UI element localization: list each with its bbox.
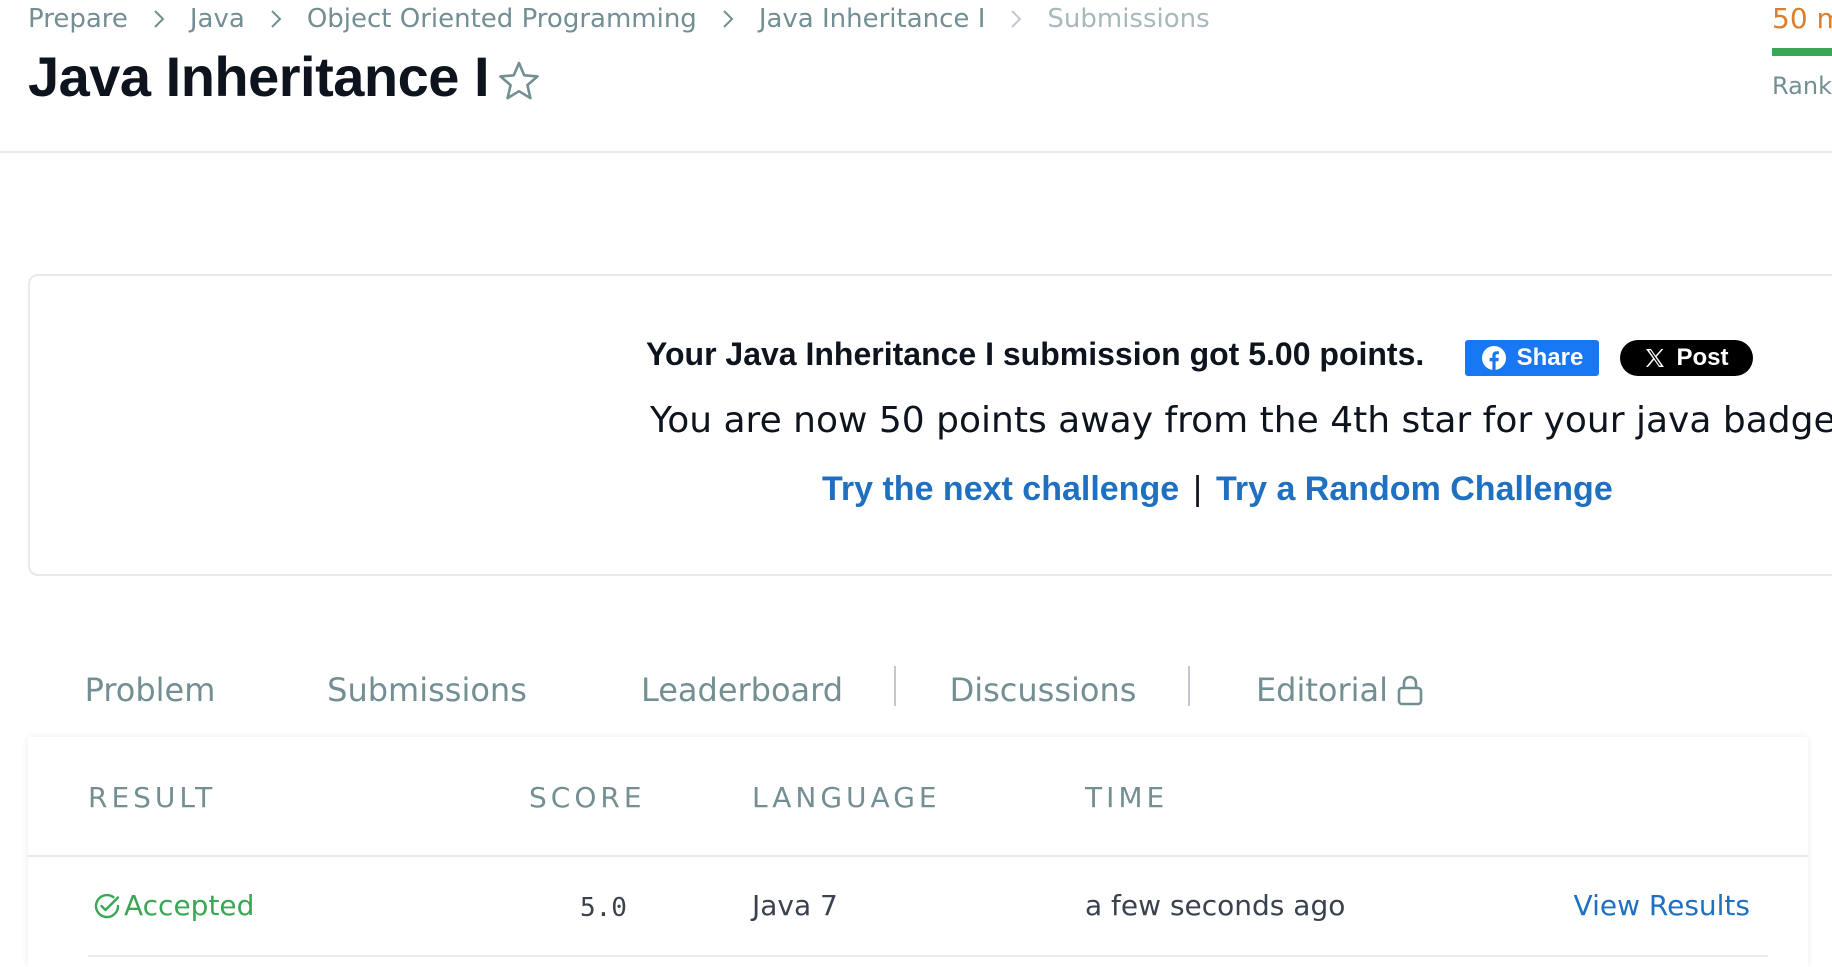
submissions-table: RESULT SCORE LANGUAGE TIME Accepted 5.0 …: [28, 737, 1808, 967]
share-button-label: Share: [1516, 344, 1584, 371]
next-challenge-link[interactable]: Try the next challenge: [822, 470, 1179, 509]
tab-problem[interactable]: Problem: [28, 640, 272, 740]
score-value: 5.0: [580, 893, 627, 923]
check-circle-icon: [92, 891, 122, 921]
rank-label: Rank:: [1772, 72, 1832, 100]
x-post-button[interactable]: Post: [1620, 340, 1753, 376]
breadcrumb-item-java-inheritance[interactable]: Java Inheritance I: [759, 4, 986, 34]
breadcrumb-item-oop[interactable]: Object Oriented Programming: [307, 4, 697, 34]
tab-label: Submissions: [327, 671, 527, 709]
chevron-right-icon: [265, 8, 287, 30]
badge-progress-message: You are now 50 points away from the 4th …: [650, 400, 1832, 441]
column-header-time: TIME: [1085, 781, 1169, 814]
tab-label: Discussions: [949, 671, 1137, 709]
breadcrumb-item-java[interactable]: Java: [190, 4, 245, 34]
challenge-links: Try the next challenge | Try a Random Ch…: [822, 470, 1613, 509]
tab-label: Leaderboard: [640, 671, 844, 709]
level-progress-bar: [1772, 48, 1832, 56]
result-label: Accepted: [124, 889, 255, 922]
submission-score-message: Your Java Inheritance I submission got 5…: [646, 336, 1425, 372]
link-separator: |: [1193, 470, 1202, 508]
column-header-language: LANGUAGE: [752, 781, 941, 814]
x-logo-icon: [1644, 347, 1666, 369]
column-header-score: SCORE: [529, 781, 646, 814]
tab-editorial[interactable]: Editorial: [1190, 640, 1490, 740]
chevron-right-icon: [148, 8, 170, 30]
facebook-share-button[interactable]: Share: [1465, 340, 1599, 376]
points-indicator: 50 m: [1772, 2, 1832, 35]
tab-label: Editorial: [1255, 671, 1389, 709]
level-progress-fill: [1772, 48, 1832, 56]
random-challenge-link[interactable]: Try a Random Challenge: [1216, 470, 1613, 509]
time-value: a few seconds ago: [1085, 889, 1346, 922]
tab-label: Problem: [84, 671, 216, 709]
result-status: Accepted: [92, 889, 254, 922]
lock-icon: [1396, 674, 1424, 706]
row-divider: [88, 955, 1768, 957]
page-header: Prepare Java Object Oriented Programming…: [0, 0, 1832, 153]
breadcrumb-item-prepare[interactable]: Prepare: [28, 4, 128, 34]
column-header-result: RESULT: [88, 781, 217, 814]
star-outline-icon[interactable]: [496, 58, 542, 104]
table-row: Accepted 5.0 Java 7 a few seconds ago Vi…: [28, 859, 1808, 959]
chevron-right-icon: [717, 8, 739, 30]
tab-leaderboard[interactable]: Leaderboard: [582, 640, 902, 740]
chevron-right-icon: [1005, 8, 1027, 30]
table-header: RESULT SCORE LANGUAGE TIME: [28, 737, 1808, 857]
view-results-link[interactable]: View Results: [1574, 889, 1750, 922]
page-title: Java Inheritance I: [28, 45, 490, 108]
language-value: Java 7: [752, 889, 838, 922]
facebook-icon: [1481, 345, 1507, 371]
breadcrumb: Prepare Java Object Oriented Programming…: [28, 4, 1210, 34]
breadcrumb-item-submissions: Submissions: [1047, 4, 1210, 34]
post-button-label: Post: [1676, 344, 1729, 371]
tab-discussions[interactable]: Discussions: [896, 640, 1190, 740]
challenge-tabs: Problem Submissions Leaderboard Discussi…: [28, 640, 1808, 740]
tab-submissions[interactable]: Submissions: [272, 640, 582, 740]
